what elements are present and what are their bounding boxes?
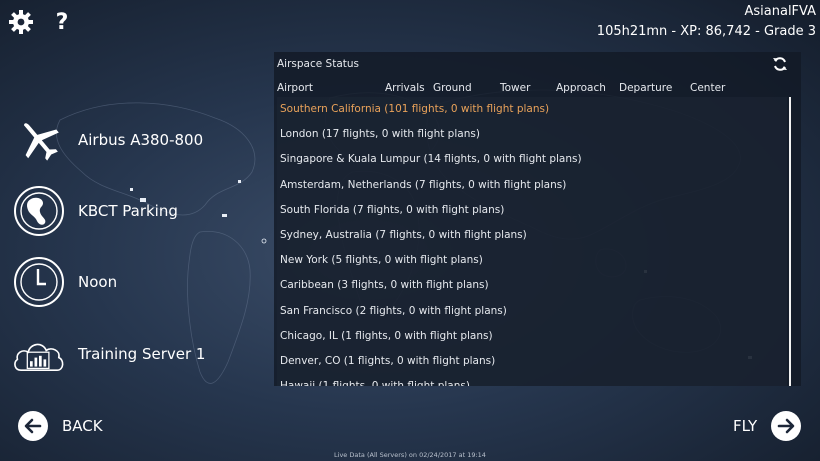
pilot-stats-label: 105h21mn - XP: 86,742 - Grade 3: [596, 24, 816, 39]
aircraft-label: Airbus A380-800: [78, 131, 204, 149]
fly-button[interactable]: FLY: [733, 410, 802, 442]
column-header-approach[interactable]: Approach: [556, 82, 606, 94]
location-selector[interactable]: KBCT Parking: [12, 183, 262, 239]
column-header-departure[interactable]: Departure: [619, 82, 672, 94]
column-header-ground[interactable]: Ground: [433, 82, 472, 94]
back-button[interactable]: BACK: [18, 410, 103, 442]
list-item[interactable]: Chicago, IL (1 flights, 0 with flight pl…: [277, 324, 787, 349]
panel-title: Airspace Status: [277, 58, 360, 70]
airspace-list[interactable]: Southern California (101 flights, 0 with…: [277, 97, 787, 386]
column-header-center[interactable]: Center: [690, 82, 725, 94]
location-label: KBCT Parking: [78, 202, 178, 220]
question-mark-icon: ?: [55, 9, 69, 35]
arrow-left-icon: [18, 411, 48, 441]
airplane-icon: [12, 113, 66, 167]
gear-icon: [9, 10, 33, 34]
help-button[interactable]: ?: [48, 8, 76, 36]
column-header-arrivals[interactable]: Arrivals: [385, 82, 425, 94]
cloud-chart-icon: [12, 327, 66, 381]
list-item[interactable]: South Florida (7 flights, 0 with flight …: [277, 198, 787, 223]
list-item[interactable]: New York (5 flights, 0 with flight plans…: [277, 248, 787, 273]
list-item[interactable]: Southern California (101 flights, 0 with…: [277, 97, 787, 122]
list-item[interactable]: London (17 flights, 0 with flight plans): [277, 122, 787, 147]
server-selector[interactable]: Training Server 1: [12, 326, 262, 382]
time-selector[interactable]: Noon: [12, 254, 262, 310]
airspace-status-panel: Airspace Status Airport Arrivals Ground …: [274, 52, 801, 386]
scrollbar[interactable]: [789, 97, 791, 386]
settings-button[interactable]: [7, 8, 35, 36]
list-item[interactable]: Singapore & Kuala Lumpur (14 flights, 0 …: [277, 147, 787, 172]
list-item[interactable]: Sydney, Australia (7 flights, 0 with fli…: [277, 223, 787, 248]
globe-icon: [12, 184, 66, 238]
column-header-tower[interactable]: Tower: [500, 82, 530, 94]
aircraft-selector[interactable]: Airbus A380-800: [12, 112, 262, 168]
back-label: BACK: [62, 417, 103, 435]
username-label: AsianalFVA: [744, 4, 817, 19]
server-label: Training Server 1: [78, 345, 206, 363]
refresh-button[interactable]: [771, 55, 789, 73]
list-item[interactable]: Caribbean (3 flights, 0 with flight plan…: [277, 273, 787, 298]
fly-label: FLY: [733, 417, 758, 435]
list-item[interactable]: Hawaii (1 flights, 0 with flight plans): [277, 374, 787, 386]
refresh-icon: [773, 57, 787, 71]
arrow-right-icon: [771, 411, 802, 441]
column-header-airport[interactable]: Airport: [277, 82, 313, 94]
time-label: Noon: [78, 273, 118, 291]
live-data-footer: Live Data (All Servers) on 02/24/2017 at…: [334, 451, 486, 459]
clock-icon: [12, 255, 66, 309]
list-item[interactable]: Denver, CO (1 flights, 0 with flight pla…: [277, 349, 787, 374]
list-item[interactable]: Amsterdam, Netherlands (7 flights, 0 wit…: [277, 173, 787, 198]
list-item[interactable]: San Francisco (2 flights, 0 with flight …: [277, 299, 787, 324]
